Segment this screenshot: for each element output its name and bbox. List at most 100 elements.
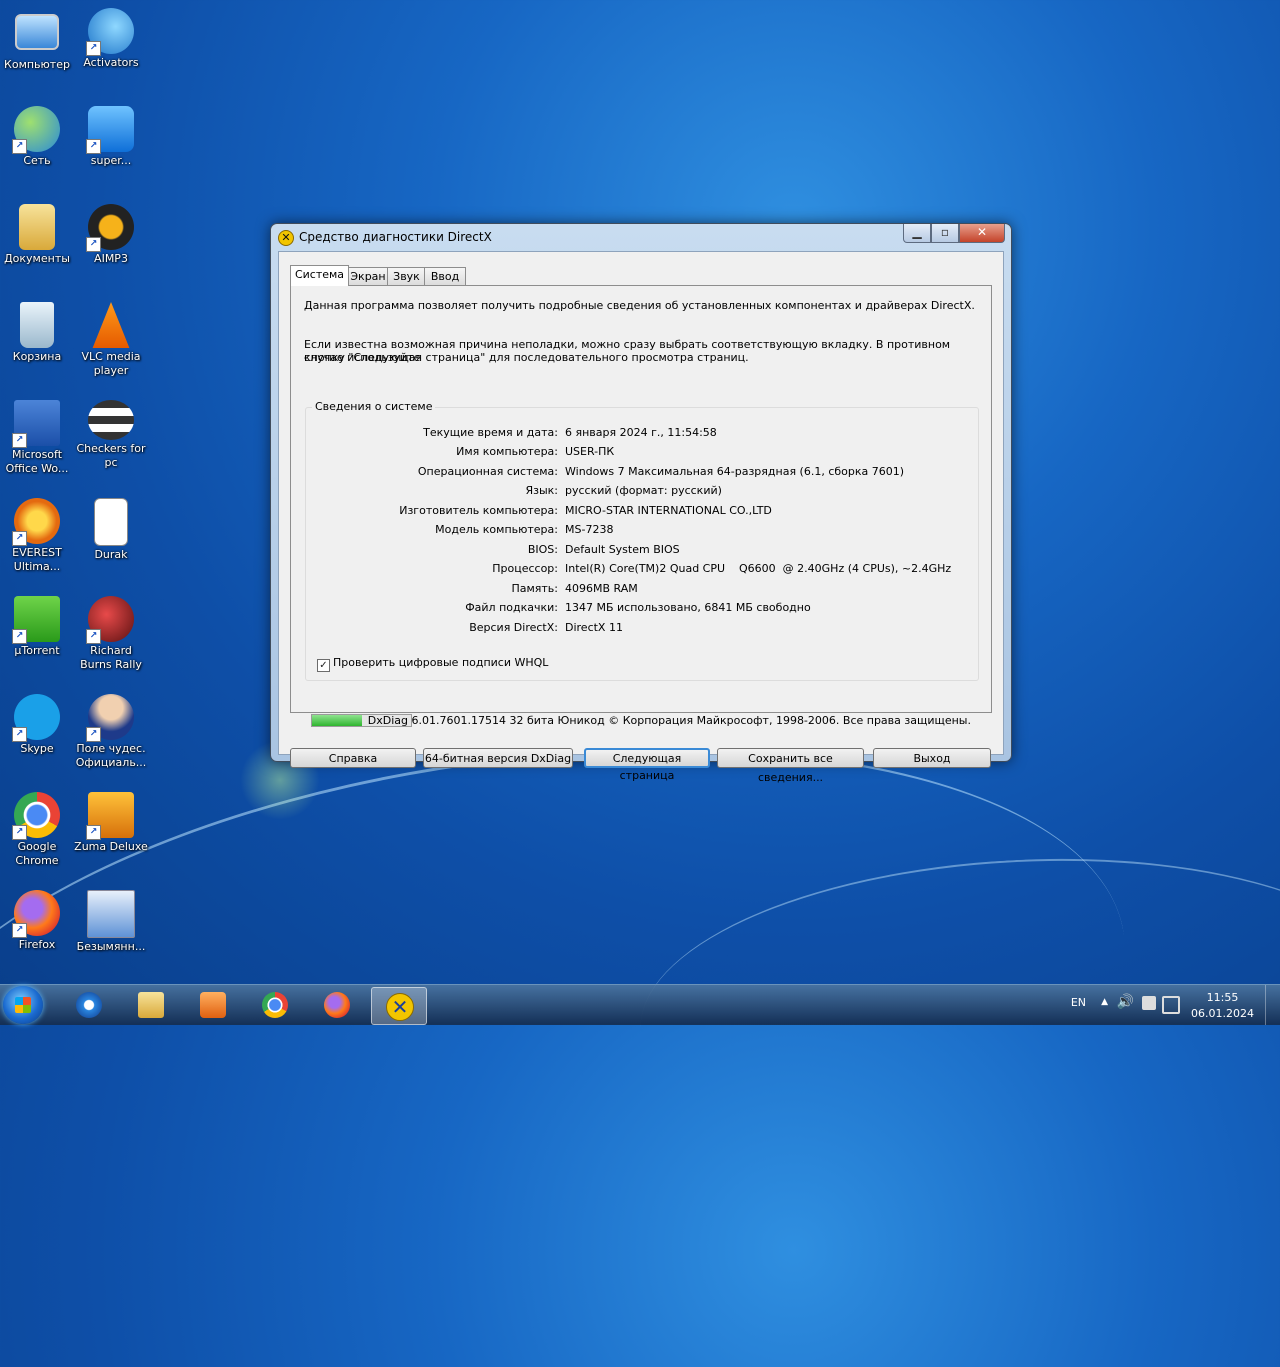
info-value: 1347 МБ использовано, 6841 МБ свободно (565, 601, 811, 614)
directx-icon: ✕ (278, 230, 294, 246)
desktop-icon-image[interactable]: Безымянн... (74, 890, 148, 954)
info-key: Память: (511, 582, 558, 595)
zuma-icon: ↗ (86, 792, 134, 840)
taskbar-dxdiag[interactable]: ✕ (371, 987, 427, 1025)
info-value: USER-ПК (565, 445, 615, 458)
dxdiag64-button[interactable]: 64-битная версия DxDiag (423, 748, 573, 768)
info-key: BIOS: (527, 543, 558, 556)
whql-checkbox[interactable]: ✓ Проверить цифровые подписи WHQL (317, 656, 548, 672)
minimize-button[interactable]: ▁ (903, 224, 931, 243)
info-value: Default System BIOS (565, 543, 680, 556)
info-key: Файл подкачки: (465, 601, 558, 614)
action-center-icon[interactable] (1142, 996, 1156, 1010)
maximize-button[interactable]: ▫ (931, 224, 959, 243)
shortcut-arrow-icon: ↗ (12, 825, 27, 840)
taskbar-media-player[interactable] (186, 987, 240, 1023)
taskbar-explorer[interactable] (124, 987, 178, 1023)
desktop-icon-computer[interactable]: Компьютер (0, 8, 74, 72)
desktop-icon-label: Activators (83, 56, 139, 69)
directx-icon: ✕ (386, 993, 414, 1021)
shortcut-arrow-icon: ↗ (12, 629, 27, 644)
taskbar-internet-explorer[interactable] (62, 987, 116, 1023)
firefox-icon (324, 992, 350, 1018)
desktop-icon-zuma[interactable]: ↗ Zuma Deluxe (74, 792, 148, 854)
desktop-icon-teamviewer[interactable]: ↗ super... (74, 106, 148, 168)
group-title: Сведения о системе (312, 400, 436, 413)
desktop-icon-label: Сеть (23, 154, 51, 167)
shortcut-arrow-icon: ↗ (86, 139, 101, 154)
desktop-icon-label: VLC media player (81, 350, 141, 377)
desktop-icon-network[interactable]: ↗ Сеть (0, 106, 74, 168)
info-value: DirectX 11 (565, 621, 623, 634)
checkmark-icon: ✓ (317, 659, 330, 672)
tab-display[interactable]: Экран (347, 267, 389, 285)
desktop-icon-documents[interactable]: Документы (0, 204, 74, 266)
desktop-icon-chrome[interactable]: ↗ Google Chrome (0, 792, 74, 868)
desktop-icon-label: super... (90, 154, 132, 167)
shortcut-arrow-icon: ↗ (86, 41, 101, 56)
desktop-icon-rally[interactable]: ↗ Richard Burns Rally (74, 596, 148, 672)
chrome-icon: ↗ (12, 792, 60, 840)
shortcut-arrow-icon: ↗ (12, 531, 27, 546)
skype-icon: ↗ (12, 694, 60, 742)
desktop-icon-label: Microsoft Office Wo... (5, 448, 69, 475)
tab-system[interactable]: Система (290, 265, 349, 286)
tab-panel-system: Данная программа позволяет получить подр… (290, 285, 992, 713)
shortcut-arrow-icon: ↗ (86, 825, 101, 840)
window-client-area: Система Экран Звук Ввод Данная программа… (278, 251, 1004, 784)
info-value: Windows 7 Максимальная 64-разрядная (6.1… (565, 465, 905, 478)
desktop-icon-vlc[interactable]: VLC media player (74, 302, 148, 378)
info-row: Язык: русский (формат: русский) (306, 484, 978, 500)
taskbar-chrome[interactable] (248, 987, 302, 1023)
desktop-icon-firefox[interactable]: ↗ Firefox (0, 890, 74, 952)
tab-sound[interactable]: Звук (387, 267, 426, 285)
save-info-button[interactable]: Сохранить все сведения... (717, 748, 864, 784)
info-value: MS-7238 (565, 523, 614, 536)
desktop-icon-label: Поле чудес. Официаль... (75, 742, 147, 769)
taskbar-clock[interactable]: 11:55 06.01.2024 (1191, 990, 1254, 1022)
network-tray-icon[interactable] (1162, 996, 1180, 1014)
info-key: Операционная система: (417, 465, 558, 478)
help-button[interactable]: Справка (290, 748, 416, 768)
exit-button[interactable]: Выход (873, 748, 991, 768)
shortcut-arrow-icon: ↗ (86, 727, 101, 742)
shortcut-arrow-icon: ↗ (12, 433, 27, 448)
language-indicator[interactable]: EN (1071, 996, 1086, 1009)
desktop-icon-aimp[interactable]: ↗ AIMP3 (74, 204, 148, 266)
shortcut-arrow-icon: ↗ (86, 237, 101, 252)
desktop-icon-pole-chudes[interactable]: ↗ Поле чудес. Официаль... (74, 694, 148, 770)
tab-input[interactable]: Ввод (424, 267, 466, 285)
next-page-button[interactable]: Следующая страница (584, 748, 710, 782)
info-value: MICRO-STAR INTERNATIONAL CO.,LTD (565, 504, 772, 517)
desktop-icon-label: µTorrent (14, 644, 60, 657)
info-row: BIOS: Default System BIOS (306, 543, 978, 559)
taskbar: ✕ EN ▲ 🔊 11:55 06.01.2024 (0, 984, 1280, 1025)
desktop-icon-skype[interactable]: ↗ Skype (0, 694, 74, 756)
info-value: русский (формат: русский) (565, 484, 722, 497)
desktop-icon-word[interactable]: ↗ Microsoft Office Wo... (0, 400, 74, 476)
desktop-icon-durak[interactable]: Durak (74, 498, 148, 562)
desktop-icon-label: Компьютер (4, 58, 70, 71)
window-titlebar[interactable]: ✕ Средство диагностики DirectX ▁ ▫ ✕ (271, 224, 1011, 250)
volume-icon[interactable]: 🔊 (1117, 994, 1134, 1010)
taskbar-firefox[interactable] (310, 987, 364, 1023)
desktop-icon-everest[interactable]: ↗ EVEREST Ultima... (0, 498, 74, 574)
close-button[interactable]: ✕ (959, 224, 1005, 243)
image-file-icon (87, 890, 135, 938)
shortcut-arrow-icon: ↗ (12, 727, 27, 742)
word-icon: ↗ (12, 400, 60, 448)
info-key: Модель компьютера: (435, 523, 558, 536)
info-row: Память: 4096MB RAM (306, 582, 978, 598)
tray-expand-icon[interactable]: ▲ (1101, 997, 1108, 1007)
desktop-icon-activators[interactable]: ↗ Activators (74, 8, 148, 70)
clock-time: 11:55 (1206, 991, 1239, 1004)
start-button[interactable] (3, 986, 43, 1024)
info-row: Модель компьютера: MS-7238 (306, 523, 978, 539)
desktop-icon-recycle-bin[interactable]: Корзина (0, 302, 74, 364)
show-desktop-button[interactable] (1265, 985, 1280, 1025)
teamviewer-icon: ↗ (86, 106, 134, 154)
desktop-icon-utorrent[interactable]: ↗ µTorrent (0, 596, 74, 658)
desktop-icon-checkers[interactable]: Checkers for pc (74, 400, 148, 470)
chrome-icon (262, 992, 288, 1018)
hint-text-line2: кнопку "Следующая страница" для последов… (304, 351, 749, 364)
